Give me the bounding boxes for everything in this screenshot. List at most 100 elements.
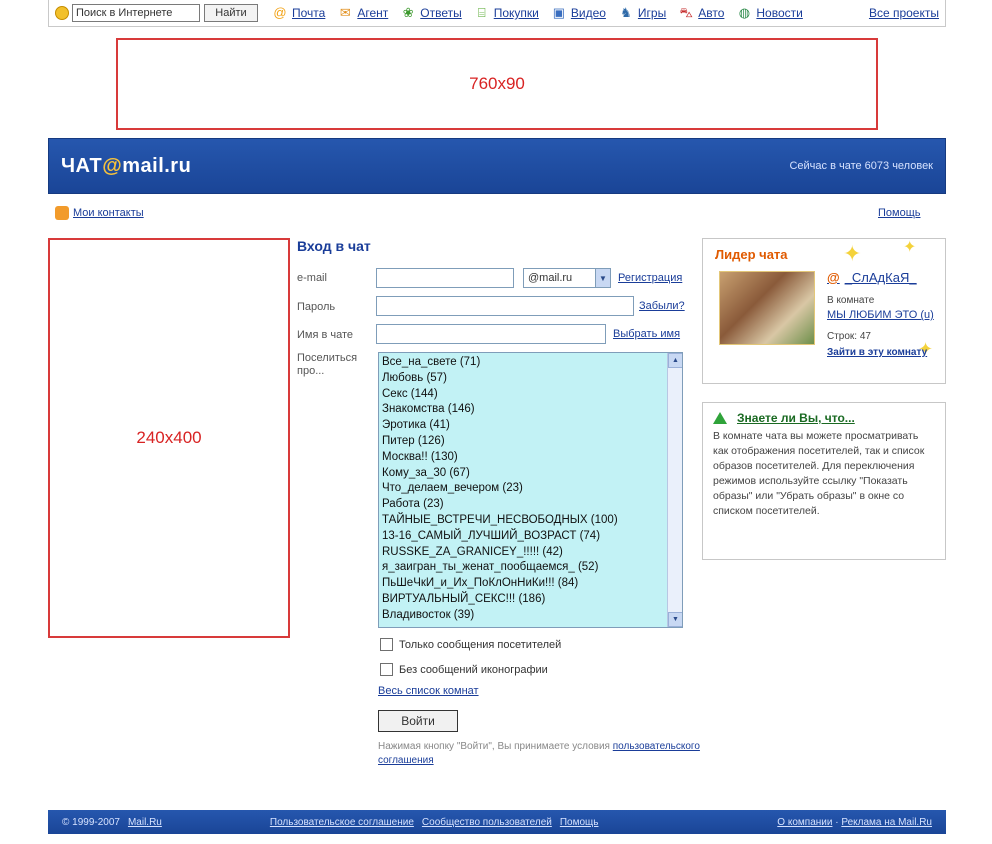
- chat-mail-logo[interactable]: ЧАТ@mail.ru: [61, 155, 191, 178]
- project-label[interactable]: Почта: [292, 6, 325, 20]
- project-label[interactable]: Авто: [698, 6, 724, 20]
- room-list-item[interactable]: Что_делаем_вечером (23): [382, 481, 682, 497]
- agent-envelope-icon: ✉: [339, 5, 351, 20]
- room-list-item[interactable]: Знакомства (146): [382, 402, 682, 418]
- full-room-list-link[interactable]: Весь список комнат: [378, 685, 479, 697]
- scroll-down-icon[interactable]: ▼: [668, 612, 682, 627]
- footer-about-link[interactable]: О компании: [777, 817, 832, 828]
- footer-advertising-link[interactable]: Реклама на Mail.Ru: [841, 817, 932, 828]
- left-banner-size-label: 240x400: [136, 428, 202, 447]
- mail-at-icon: @: [273, 5, 287, 20]
- project-label[interactable]: Новости: [756, 6, 802, 20]
- search-input[interactable]: Поиск в Интернете: [72, 4, 200, 22]
- leader-title: Лидер чата: [715, 247, 788, 262]
- top-ad-banner[interactable]: 760x90: [116, 38, 878, 130]
- leader-nick[interactable]: @ _СлАдКаЯ_: [827, 270, 917, 285]
- top-banner-size-label: 760x90: [469, 74, 525, 93]
- star-decoration-icon: ✦: [903, 239, 917, 256]
- page-footer: © 1999-2007 Mail.Ru Пользовательское сог…: [48, 810, 946, 834]
- room-list-item[interactable]: Эротика (41): [382, 418, 682, 434]
- no-system-checkbox-row[interactable]: Без сообщений иконографии: [380, 663, 548, 676]
- project-label[interactable]: Агент: [357, 6, 388, 20]
- room-list-item[interactable]: 13-16_САМЫЙ_ЛУЧШИЙ_ВОЗРАСТ (74): [382, 529, 682, 545]
- chevron-down-icon[interactable]: ▼: [595, 269, 610, 287]
- footer-help-link[interactable]: Помощь: [560, 817, 599, 828]
- news-globe-icon: ◍: [738, 5, 751, 20]
- project-label[interactable]: Игры: [638, 6, 666, 20]
- games-icon: ♞: [620, 5, 632, 20]
- room-list-item[interactable]: Секс (144): [382, 387, 682, 403]
- room-list-item[interactable]: Работа (23): [382, 497, 682, 513]
- email-label: e-mail: [297, 272, 327, 284]
- choose-nick-link[interactable]: Выбрать имя: [613, 328, 680, 340]
- all-projects-link[interactable]: Все проекты: [869, 6, 939, 20]
- room-list-item[interactable]: ТАЙНЫЕ_ВСТРЕЧИ_НЕСВОБОДНЫХ (100): [382, 513, 682, 529]
- footer-community-link[interactable]: Сообщество пользователей: [422, 817, 552, 828]
- project-link-1[interactable]: ✉ Агент: [337, 5, 388, 21]
- answers-icon: ❀: [402, 5, 414, 20]
- only-visitors-checkbox-row[interactable]: Только сообщения посетителей: [380, 638, 561, 651]
- search-icon: [55, 6, 69, 20]
- tip-title: Знаете ли Вы, что...: [713, 411, 935, 425]
- project-link-0[interactable]: @ Почта: [272, 5, 325, 21]
- password-label: Пароль: [297, 301, 336, 313]
- project-link-3[interactable]: ⌸ Покупки: [474, 5, 539, 21]
- project-link-4[interactable]: ▣ Видео: [551, 5, 606, 21]
- room-list-item[interactable]: я_заигран_ты_женат_пообщаемся_ (52): [382, 560, 682, 576]
- leader-in-room-label: В комнате: [827, 295, 875, 306]
- room-list-scrollbar[interactable]: ▲ ▼: [667, 353, 682, 627]
- shopping-icon: ⌸: [477, 5, 486, 20]
- only-visitors-label: Только сообщения посетителей: [399, 638, 562, 651]
- room-list-item[interactable]: Кому_за_30 (67): [382, 466, 682, 482]
- project-link-2[interactable]: ❀ Ответы: [400, 5, 462, 21]
- contacts-icon: [55, 206, 69, 220]
- room-list-item[interactable]: Все_на_свете (71): [382, 355, 682, 371]
- scroll-up-icon[interactable]: ▲: [668, 353, 682, 368]
- room-list-item[interactable]: Владивосток (39): [382, 608, 682, 624]
- no-system-label: Без сообщений иконографии: [399, 663, 548, 676]
- room-list-item[interactable]: ВИРТУАЛЬНЫЙ_СЕКС!!! (186): [382, 592, 682, 608]
- my-contacts[interactable]: Мои контакты: [55, 206, 144, 220]
- project-link-6[interactable]: ⛍ Авто: [678, 5, 725, 21]
- leader-join-room-link[interactable]: Зайти в эту комнату: [827, 347, 927, 358]
- room-list[interactable]: Все_на_свете (71) Любовь (57) Секс (144) Зн…: [378, 352, 683, 628]
- help-link[interactable]: Помощь: [878, 207, 921, 219]
- enter-button[interactable]: Войти: [378, 710, 458, 732]
- project-link-5[interactable]: ♞ Игры: [618, 5, 666, 21]
- leader-photo[interactable]: [719, 271, 815, 345]
- top-navigation-bar: Поиск в Интернете Найти @ Почта ✉ Агент ❀ Отв…: [48, 0, 946, 27]
- room-list-item[interactable]: ПьШеЧкИ_и_Их_ПоКлОнНиКи!!! (84): [382, 576, 682, 592]
- room-list-item[interactable]: Любовь (57): [382, 371, 682, 387]
- register-link[interactable]: Регистрация: [618, 272, 682, 284]
- only-visitors-checkbox[interactable]: [380, 638, 393, 651]
- project-link-7[interactable]: ◍ Новости: [736, 5, 803, 21]
- auto-icon: ⛍: [679, 5, 693, 20]
- chat-header: ЧАТ@mail.ru Сейчас в чате 6073 человек: [48, 138, 946, 194]
- email-field[interactable]: [376, 268, 514, 288]
- form-title: Вход в чат: [297, 238, 371, 254]
- video-icon: ▣: [552, 5, 565, 20]
- footer-user-agreement-link[interactable]: Пользовательское соглашение: [270, 817, 414, 828]
- footer-company-link[interactable]: Mail.Ru: [128, 817, 162, 828]
- warning-triangle-icon: [713, 412, 727, 424]
- my-contacts-link[interactable]: Мои контакты: [73, 207, 144, 219]
- user-at-icon: @: [827, 270, 840, 285]
- password-field[interactable]: [376, 296, 634, 316]
- no-system-checkbox[interactable]: [380, 663, 393, 676]
- room-list-item[interactable]: RUSSKE_ZA_GRANICEY_!!!!! (42): [382, 545, 682, 561]
- room-list-item[interactable]: Москва!! (130): [382, 450, 682, 466]
- online-count: Сейчас в чате 6073 человек: [789, 160, 933, 172]
- room-list-item[interactable]: Питер (126): [382, 434, 682, 450]
- leader-room-link[interactable]: МЫ ЛЮБИМ ЭТО (u): [827, 309, 934, 321]
- project-label[interactable]: Видео: [571, 6, 606, 20]
- chat-leader-box: ✦ ✦ ✦ Лидер чата @ _СлАдКаЯ_ В комнате МЫ…: [702, 238, 946, 384]
- project-label[interactable]: Ответы: [420, 6, 461, 20]
- project-label[interactable]: Покупки: [494, 6, 539, 20]
- nick-field[interactable]: [376, 324, 606, 344]
- nick-label: Имя в чате: [297, 329, 354, 341]
- left-ad-banner[interactable]: 240x400: [48, 238, 290, 638]
- find-button[interactable]: Найти: [204, 4, 258, 22]
- tip-text: В комнате чата вы можете просматривать к…: [713, 430, 925, 517]
- forgot-password-link[interactable]: Забыли?: [639, 300, 685, 312]
- domain-select[interactable]: @mail.ru ▼: [523, 268, 611, 288]
